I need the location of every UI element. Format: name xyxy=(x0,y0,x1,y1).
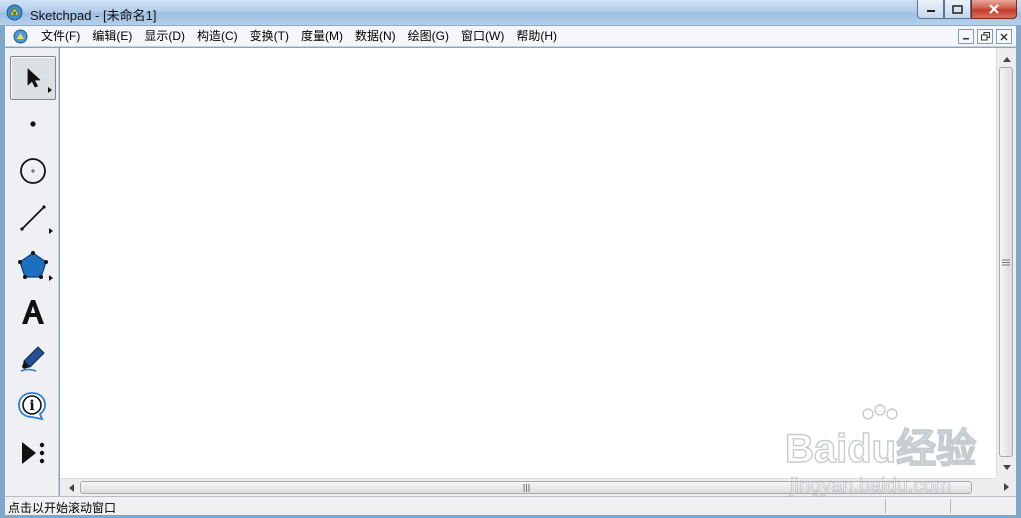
vertical-scrollbar[interactable] xyxy=(996,48,1016,478)
submenu-arrow-icon xyxy=(49,228,53,234)
scroll-up-button[interactable] xyxy=(997,50,1016,67)
menu-window[interactable]: 窗口(W) xyxy=(455,26,510,47)
triangle-left-icon xyxy=(68,483,74,492)
doc-restore-button[interactable] xyxy=(977,29,993,44)
information-tool[interactable]: i xyxy=(10,384,56,428)
custom-tool[interactable] xyxy=(10,431,56,475)
doc-close-button[interactable] xyxy=(996,29,1012,44)
maximize-icon xyxy=(952,4,963,14)
watermark-brand-text: Baidu经验 xyxy=(785,427,976,471)
text-tool[interactable] xyxy=(10,290,56,334)
scroll-down-button[interactable] xyxy=(997,459,1016,476)
marker-pen-icon xyxy=(20,346,45,372)
menu-bar: 文件(F) 编辑(E) 显示(D) 构造(C) 变换(T) 度量(M) 数据(N… xyxy=(5,26,1016,47)
custom-tools-icon xyxy=(22,442,45,464)
menu-display[interactable]: 显示(D) xyxy=(138,26,191,47)
menu-graph[interactable]: 绘图(G) xyxy=(402,26,455,47)
polygon-icon xyxy=(18,251,48,279)
status-text: 点击以开始滚动窗口 xyxy=(8,501,117,515)
marker-tool[interactable] xyxy=(10,337,56,381)
text-a-icon xyxy=(22,300,44,324)
minimize-button[interactable] xyxy=(917,0,944,19)
menu-data[interactable]: 数据(N) xyxy=(349,26,402,47)
maximize-button[interactable] xyxy=(944,0,971,19)
compass-tool[interactable] xyxy=(10,149,56,193)
restore-icon xyxy=(980,32,990,41)
polygon-tool[interactable] xyxy=(10,243,56,287)
triangle-down-icon xyxy=(1002,464,1011,470)
close-button[interactable] xyxy=(971,0,1017,19)
scroll-left-button[interactable] xyxy=(62,479,79,496)
menu-items: 文件(F) 编辑(E) 显示(D) 构造(C) 变换(T) 度量(M) 数据(N… xyxy=(35,26,563,47)
minimize-icon xyxy=(926,10,935,12)
circle-icon xyxy=(20,158,46,184)
close-icon xyxy=(989,4,999,14)
menu-measure[interactable]: 度量(M) xyxy=(295,26,349,47)
submenu-arrow-icon xyxy=(49,275,53,281)
toolbox: i xyxy=(5,48,59,496)
window-title: Sketchpad - [未命名1] xyxy=(30,8,157,23)
point-tool[interactable] xyxy=(10,102,56,146)
window-caption-buttons xyxy=(917,0,1017,20)
title-bar[interactable]: Sketchpad - [未命名1] xyxy=(0,0,1021,26)
submenu-arrow-icon xyxy=(48,87,52,93)
scroll-corner xyxy=(996,478,1016,496)
status-divider xyxy=(950,499,951,513)
sketchpad-app-icon[interactable] xyxy=(6,4,23,21)
triangle-up-icon xyxy=(1002,56,1011,62)
close-icon xyxy=(1000,33,1008,40)
menu-edit[interactable]: 编辑(E) xyxy=(86,26,138,47)
menu-construct[interactable]: 构造(C) xyxy=(191,26,244,47)
point-icon xyxy=(30,121,36,127)
doc-minimize-button[interactable] xyxy=(958,29,974,44)
menu-transform[interactable]: 变换(T) xyxy=(244,26,295,47)
document-window-icon[interactable] xyxy=(13,29,28,44)
grip-icon xyxy=(1002,259,1010,265)
svg-text:i: i xyxy=(29,398,34,414)
menu-file[interactable]: 文件(F) xyxy=(35,26,86,47)
scroll-right-button[interactable] xyxy=(998,478,1015,495)
watermark-url-text: jingyan.baidu.com xyxy=(789,475,951,497)
triangle-right-icon xyxy=(1003,482,1009,491)
document-window-buttons xyxy=(958,29,1012,44)
status-divider xyxy=(885,499,886,513)
straightedge-tool[interactable] xyxy=(10,196,56,240)
paw-icon xyxy=(862,404,898,420)
grip-icon xyxy=(523,483,529,492)
minimize-icon xyxy=(963,37,969,39)
menu-help[interactable]: 帮助(H) xyxy=(510,26,563,47)
segment-icon xyxy=(20,205,46,231)
vertical-scroll-thumb[interactable] xyxy=(999,67,1013,457)
selection-arrow-tool[interactable] xyxy=(10,56,56,100)
info-icon: i xyxy=(18,392,46,421)
arrow-pointer-icon xyxy=(27,68,41,88)
baidu-watermark: Baidu经验 jingyan.baidu.com xyxy=(784,404,977,497)
